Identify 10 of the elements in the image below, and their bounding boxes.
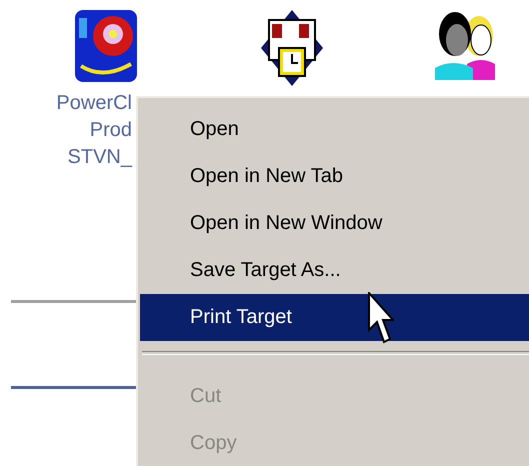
menu-item[interactable]: Open	[140, 106, 529, 153]
menu-item[interactable]: Save Target As...	[140, 247, 529, 294]
calendar-clock-icon[interactable]	[259, 8, 325, 88]
icon-label[interactable]: PowerCl	[56, 90, 132, 117]
menu-item[interactable]: Open in New Tab	[140, 153, 529, 200]
icon-label[interactable]: Prod	[90, 117, 132, 144]
icon-label[interactable]: STVN_	[68, 144, 132, 171]
menu-item[interactable]: Print Target	[140, 294, 529, 341]
menu-item[interactable]: Open in New Window	[140, 200, 529, 247]
mouse-pointer-icon	[368, 292, 394, 346]
